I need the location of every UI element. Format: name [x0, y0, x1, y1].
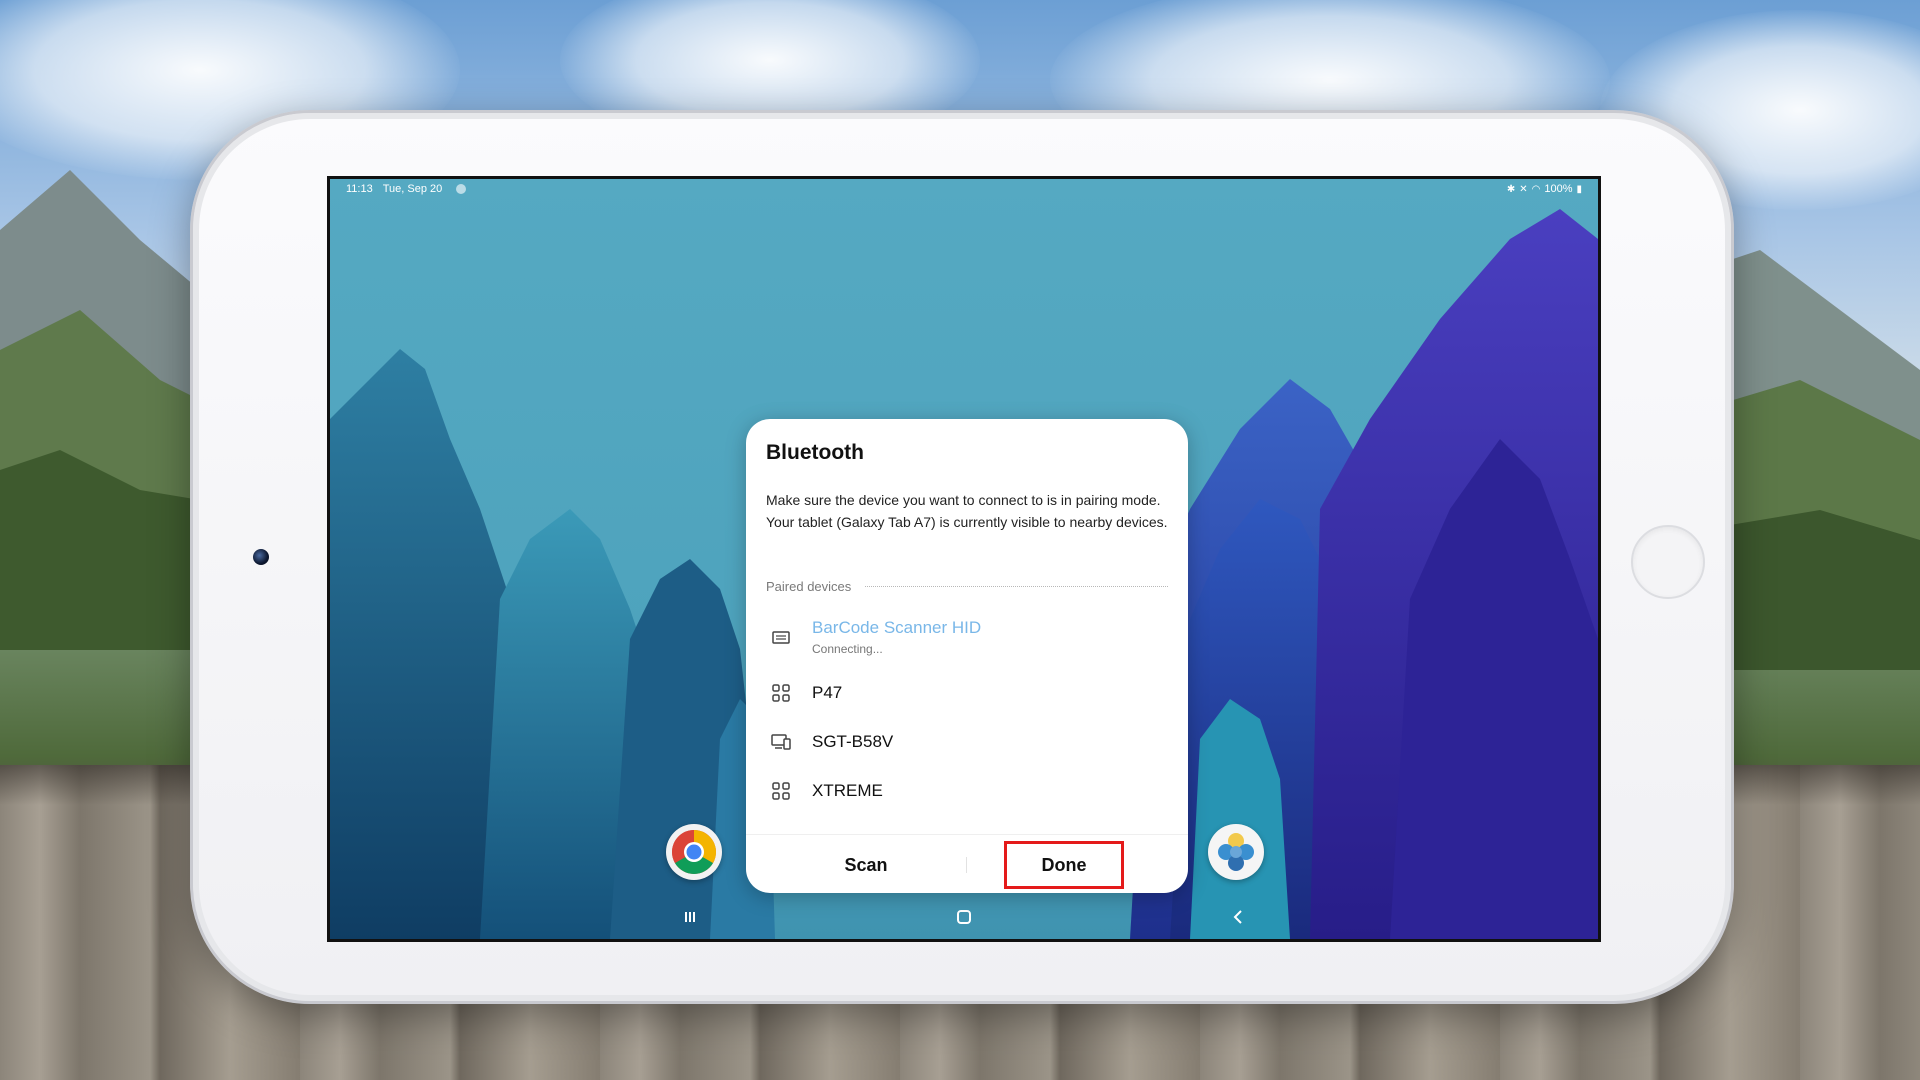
device-name: BarCode Scanner HID [812, 618, 982, 637]
wifi-icon: ◠ [1531, 183, 1541, 195]
recents-icon[interactable] [675, 905, 705, 929]
device-xtreme[interactable]: XTREME [746, 765, 1188, 817]
tablet-frame: 11:13 Tue, Sep 20 ✱ ✕ ◠ 100% ▮ Bluetooth… [190, 110, 1734, 1004]
photos-logo [1218, 833, 1254, 871]
status-time: 11:13 [346, 183, 373, 195]
section-header-label: Paired devices [766, 579, 852, 594]
dialog-title: Bluetooth [766, 441, 864, 464]
tablet-home-button[interactable] [1631, 525, 1705, 599]
back-icon[interactable] [1223, 905, 1253, 929]
device-barcode-scanner[interactable]: BarCode Scanner HID Connecting... [746, 607, 1188, 667]
photos-icon[interactable] [1208, 824, 1264, 880]
keyboard-icon [772, 631, 790, 644]
chrome-icon[interactable] [666, 824, 722, 880]
home-icon[interactable] [949, 905, 979, 929]
paired-device-list: BarCode Scanner HID Connecting... P47 SG… [746, 607, 1188, 817]
computer-phone-icon [771, 734, 791, 750]
notification-dot-icon [456, 184, 467, 194]
dialog-actions: Scan Done [746, 834, 1188, 893]
dialog-description: Make sure the device you want to connect… [766, 492, 1168, 530]
paired-devices-header: Paired devices [766, 579, 1168, 594]
device-p47[interactable]: P47 [746, 667, 1188, 719]
device-status: Connecting... [812, 642, 883, 656]
battery-percent: 100% [1544, 183, 1573, 195]
device-sgt-b58v[interactable]: SGT-B58V [746, 719, 1188, 765]
battery-icon: ▮ [1576, 183, 1582, 195]
device-name: XTREME [812, 781, 883, 800]
grid-device-icon [772, 782, 790, 800]
mute-icon: ✕ [1519, 183, 1528, 195]
bluetooth-dialog: Bluetooth Make sure the device you want … [746, 419, 1188, 893]
background-scene: 11:13 Tue, Sep 20 ✱ ✕ ◠ 100% ▮ Bluetooth… [0, 0, 1920, 1080]
bluetooth-icon: ✱ [1506, 183, 1516, 195]
grid-device-icon [772, 684, 790, 702]
device-name: SGT-B58V [812, 732, 894, 751]
action-divider [966, 857, 967, 873]
navigation-bar [330, 895, 1598, 939]
section-divider [865, 586, 1168, 587]
camera-icon [253, 549, 269, 565]
done-button[interactable]: Done [1004, 841, 1124, 889]
chrome-logo [672, 830, 716, 874]
scan-button[interactable]: Scan [806, 841, 926, 889]
tablet-screen: 11:13 Tue, Sep 20 ✱ ✕ ◠ 100% ▮ Bluetooth… [327, 176, 1601, 942]
status-date: Tue, Sep 20 [382, 183, 443, 195]
status-bar: 11:13 Tue, Sep 20 ✱ ✕ ◠ 100% ▮ [330, 179, 1598, 199]
device-name: P47 [812, 683, 843, 702]
